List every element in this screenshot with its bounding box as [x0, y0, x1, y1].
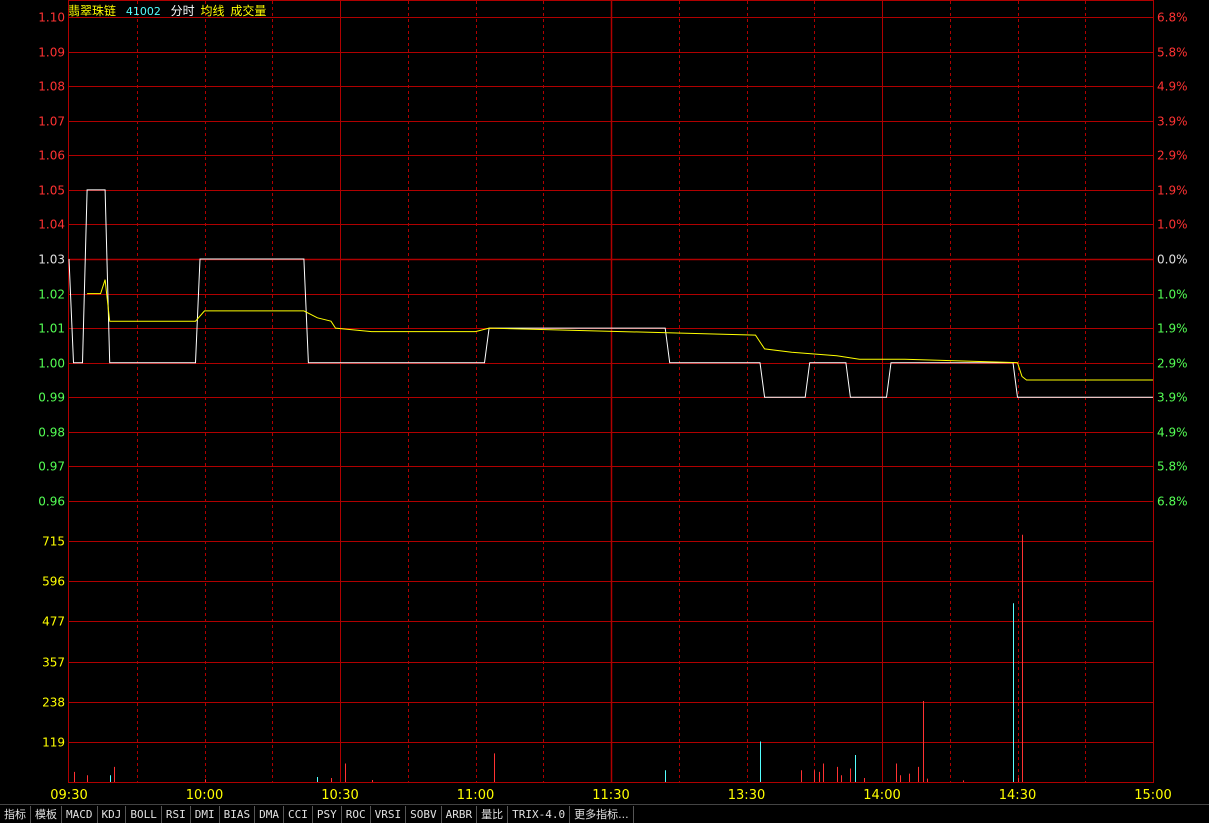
percent-tick-label: 5.8% [1157, 46, 1188, 60]
percent-tick-label: 3.9% [1157, 115, 1188, 129]
price-tick-label: 1.00 [38, 357, 65, 371]
indicator-tab[interactable]: CCI [284, 805, 313, 823]
percent-tick-label: 0.0% [1157, 253, 1188, 267]
percent-tick-label: 4.9% [1157, 426, 1188, 440]
indicator-tab[interactable]: VRSI [371, 805, 407, 823]
indicator-tab-bar: 指标 模板 MACD KDJ BOLL RSI DMI BIAS DMA CCI PSY ROC VRS… [0, 804, 1209, 823]
price-tick-label: 1.05 [38, 184, 65, 198]
price-tick-label: 1.02 [38, 288, 65, 302]
volume-label: 成交量 [230, 4, 267, 18]
indicator-tab[interactable]: 量比 [477, 805, 509, 823]
indicator-tab[interactable]: 指标 [0, 805, 31, 823]
time-tick-label: 10:30 [321, 788, 358, 803]
percent-tick-label: 6.8% [1157, 495, 1188, 509]
price-tick-label: 1.10 [38, 11, 65, 25]
time-tick-label: 15:00 [1134, 788, 1171, 803]
percent-tick-label: 3.9% [1157, 391, 1188, 405]
volume-tick-label: 715 [42, 535, 65, 549]
price-tick-label: 0.99 [38, 391, 65, 405]
percent-tick-label: 1.9% [1157, 322, 1188, 336]
time-tick-label: 14:00 [863, 788, 900, 803]
percent-tick-label: 1.0% [1157, 218, 1188, 232]
indicator-tab[interactable]: KDJ [98, 805, 127, 823]
percent-tick-label: 2.9% [1157, 357, 1188, 371]
indicator-tab[interactable]: TRIX-4.0 [508, 805, 571, 823]
stock-name: 翡翠珠链 [68, 4, 117, 18]
indicator-tab[interactable]: 更多指标... [570, 805, 634, 823]
avg-label: 均线 [200, 4, 225, 18]
price-tick-label: 1.06 [38, 149, 65, 163]
volume-tick-label: 477 [42, 615, 65, 629]
indicator-tab[interactable]: 模板 [31, 805, 62, 823]
price-tick-label: 0.96 [38, 495, 65, 509]
price-tick-label: 0.98 [38, 426, 65, 440]
price-tick-label: 1.01 [38, 322, 65, 336]
intraday-chart[interactable]: 1.10 6.8% 1.09 5.8% 1.08 4.9% 1.07 3.9% 1.06 2.9%… [0, 0, 1209, 804]
price-tick-label: 1.03 [38, 253, 65, 267]
volume-tick-label: 238 [42, 696, 65, 710]
price-tick-label: 0.97 [38, 460, 65, 474]
price-tick-label: 1.07 [38, 115, 65, 129]
indicator-tab[interactable]: DMI [191, 805, 220, 823]
chart-header: 翡翠珠链 41002 分时 均线 成交量 [68, 2, 272, 19]
indicator-tab[interactable]: BOLL [126, 805, 162, 823]
time-tick-label: 11:00 [457, 788, 494, 803]
time-tick-label: 13:30 [728, 788, 765, 803]
indicator-tab[interactable]: ARBR [442, 805, 478, 823]
volume-tick-label: 119 [42, 736, 65, 750]
price-tick-label: 1.04 [38, 218, 65, 232]
percent-tick-label: 5.8% [1157, 460, 1188, 474]
percent-tick-label: 4.9% [1157, 80, 1188, 94]
stock-code: 41002 [125, 5, 161, 18]
time-tick-label: 10:00 [186, 788, 223, 803]
percent-tick-label: 2.9% [1157, 149, 1188, 163]
volume-tick-label: 357 [42, 656, 65, 670]
view-label: 分时 [170, 4, 195, 18]
time-tick-label: 09:30 [50, 788, 87, 803]
indicator-tab[interactable]: SOBV [406, 805, 442, 823]
volume-tick-label: 596 [42, 575, 65, 589]
indicator-tab[interactable]: RSI [162, 805, 191, 823]
indicator-tab[interactable]: ROC [342, 805, 371, 823]
percent-tick-label: 1.9% [1157, 184, 1188, 198]
percent-tick-label: 6.8% [1157, 11, 1188, 25]
indicator-tab[interactable]: DMA [255, 805, 284, 823]
time-tick-label: 14:30 [999, 788, 1036, 803]
indicator-tab[interactable]: PSY [313, 805, 342, 823]
indicator-tab[interactable]: MACD [62, 805, 98, 823]
time-tick-label: 11:30 [592, 788, 629, 803]
indicator-tab[interactable]: BIAS [220, 805, 256, 823]
price-tick-label: 1.09 [38, 46, 65, 60]
percent-tick-label: 1.0% [1157, 288, 1188, 302]
price-tick-label: 1.08 [38, 80, 65, 94]
